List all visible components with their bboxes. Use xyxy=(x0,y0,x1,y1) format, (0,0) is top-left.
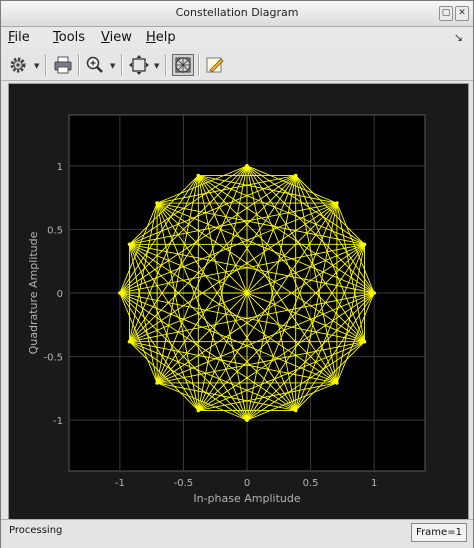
constellation-point xyxy=(293,173,298,178)
constellation-point xyxy=(362,339,367,344)
close-icon[interactable]: ✕ xyxy=(455,6,469,21)
toolbar-separator xyxy=(121,54,123,76)
constellation-point xyxy=(196,408,201,413)
menu-tools[interactable]: Tools xyxy=(53,30,85,45)
status-text: Processing xyxy=(9,525,63,536)
menu-help[interactable]: Help xyxy=(146,30,176,45)
toolbar-separator xyxy=(78,54,80,76)
fit-to-view-icon[interactable] xyxy=(128,54,150,76)
constellation-window: Constellation Diagram ▢ ✕ File Tools Vie… xyxy=(0,0,474,548)
toolbar-separator xyxy=(198,54,200,76)
x-tick-label: 0.5 xyxy=(303,478,319,489)
toolbar: ▼ ▼ ▼ xyxy=(1,50,473,81)
y-tick-label: 0.5 xyxy=(47,225,63,236)
restore-icon[interactable]: ▢ xyxy=(439,6,453,21)
constellation-point xyxy=(118,291,122,295)
menu-help-label: elp xyxy=(155,30,176,45)
menu-tools-label: ools xyxy=(58,30,86,45)
y-tick-label: -1 xyxy=(53,416,63,427)
constellation-point xyxy=(127,242,132,247)
y-tick-label: 0 xyxy=(57,289,63,300)
gear-icon[interactable] xyxy=(7,54,29,76)
x-axis-label: In-phase Amplitude xyxy=(193,492,300,505)
gear-dropdown-icon[interactable]: ▼ xyxy=(34,62,39,70)
x-tick-label: 0 xyxy=(244,478,250,489)
constellation-point xyxy=(155,201,159,205)
figure-panel: -1 -0.5 0 0.5 1 -1 -0.5 0 0.5 1 In-phase Amplitude… xyxy=(8,83,469,520)
constellation-point xyxy=(293,408,298,413)
constellation-view-icon[interactable] xyxy=(172,54,194,76)
constellation-point xyxy=(362,242,367,247)
y-axis-label: Quadrature Amplitude xyxy=(27,231,40,354)
constellation-point xyxy=(245,164,249,168)
x-tick-label: 1 xyxy=(371,478,377,489)
y-tick-label: 1 xyxy=(57,162,63,173)
constellation-point xyxy=(335,381,339,385)
constellation-point xyxy=(196,173,201,178)
fit-dropdown-icon[interactable]: ▼ xyxy=(154,62,159,70)
status-bar: Processing Frame=1 xyxy=(1,519,473,548)
toolbar-separator xyxy=(165,54,167,76)
menu-view-label: iew xyxy=(109,30,132,45)
constellation-plot[interactable]: -1 -0.5 0 0.5 1 -1 -0.5 0 0.5 1 In-phase Amplitude… xyxy=(9,84,468,519)
menu-bar: File Tools View Help ↘ xyxy=(1,27,473,49)
print-icon[interactable] xyxy=(52,54,74,76)
title-bar[interactable]: Constellation Diagram ▢ ✕ xyxy=(1,1,473,27)
edit-icon[interactable] xyxy=(204,54,226,76)
constellation-point xyxy=(127,339,132,344)
constellation-point xyxy=(155,381,159,385)
dock-arrow-icon[interactable]: ↘ xyxy=(454,31,463,44)
x-tick-label: -1 xyxy=(115,478,125,489)
menu-view[interactable]: View xyxy=(101,30,132,45)
menu-file[interactable]: File xyxy=(8,30,30,45)
menu-help-mnemonic: H xyxy=(146,30,156,45)
window-title: Constellation Diagram xyxy=(175,6,299,19)
constellation-point xyxy=(335,201,339,205)
zoom-in-icon[interactable] xyxy=(84,54,106,76)
menu-file-label: ile xyxy=(14,30,30,45)
constellation-point xyxy=(372,291,376,295)
y-tick-label: -0.5 xyxy=(43,353,63,364)
zoom-dropdown-icon[interactable]: ▼ xyxy=(110,62,115,70)
x-tick-label: -0.5 xyxy=(174,478,194,489)
menu-view-mnemonic: V xyxy=(101,30,110,45)
frame-indicator: Frame=1 xyxy=(411,523,467,542)
toolbar-separator xyxy=(45,54,47,76)
constellation-point xyxy=(245,418,249,422)
